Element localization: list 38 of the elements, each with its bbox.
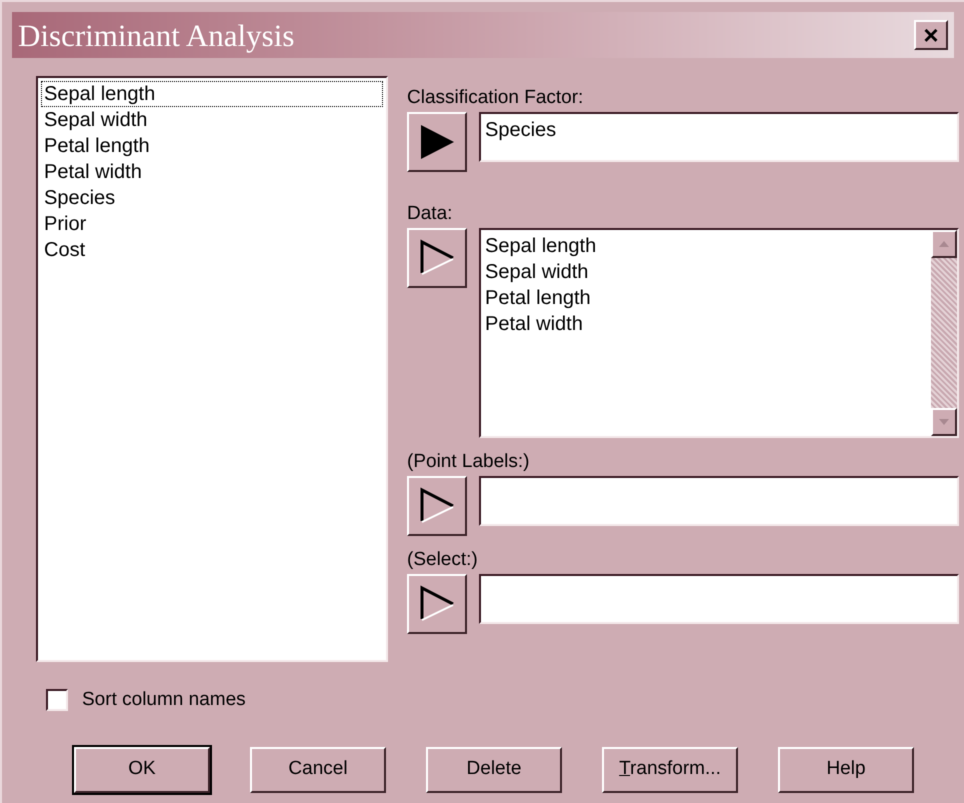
column-list[interactable]: Sepal length Sepal width Petal length Petal width Species Prior Cost xyxy=(36,76,388,662)
data-list-item[interactable]: Petal length xyxy=(485,285,927,311)
data-list-item[interactable]: Sepal length xyxy=(485,233,927,259)
field-label: (Point Labels:) xyxy=(407,450,531,474)
column-list-item[interactable]: Prior xyxy=(41,211,383,237)
arrow-button[interactable] xyxy=(407,112,467,172)
dialog-button[interactable]: Transform... xyxy=(602,746,738,792)
arrow-button[interactable] xyxy=(407,228,467,288)
arrow-button[interactable] xyxy=(407,476,467,536)
field-label: Data: xyxy=(407,202,454,226)
column-list-item[interactable]: Petal width xyxy=(41,159,383,185)
input-field[interactable]: Species xyxy=(479,112,959,162)
dialog-button[interactable]: OK xyxy=(74,746,210,792)
input-field[interactable] xyxy=(479,476,959,526)
scroll-up-button[interactable] xyxy=(931,230,957,258)
column-list-item[interactable]: Petal length xyxy=(41,133,383,159)
scrollbar[interactable] xyxy=(931,230,957,436)
down-arrow-icon xyxy=(939,419,949,425)
scroll-down-button[interactable] xyxy=(931,408,957,436)
field-label: (Select:) xyxy=(407,548,479,572)
window-title: Discriminant Analysis xyxy=(18,20,294,50)
data-list-item[interactable]: Sepal width xyxy=(485,259,927,285)
up-arrow-icon xyxy=(939,241,949,247)
checkbox-label: Sort column names xyxy=(82,688,246,712)
column-list-item[interactable]: Sepal width xyxy=(41,107,383,133)
column-list-item[interactable]: Cost xyxy=(41,237,383,263)
field-label: Classification Factor: xyxy=(407,86,584,110)
checkbox[interactable] xyxy=(46,689,68,712)
data-list[interactable]: Sepal length Sepal width Petal length Petal width xyxy=(479,228,959,438)
input-field[interactable] xyxy=(479,574,959,624)
dialog-button[interactable]: Help xyxy=(778,746,914,792)
arrow-button[interactable] xyxy=(407,574,467,634)
data-list-item[interactable]: Petal width xyxy=(485,311,927,337)
column-list-item[interactable]: Species xyxy=(41,185,383,211)
column-list-item[interactable]: Sepal length xyxy=(41,81,383,107)
close-button[interactable]: × xyxy=(914,20,948,50)
dialog-button[interactable]: Delete xyxy=(426,746,562,792)
dialog-button[interactable]: Cancel xyxy=(250,746,386,792)
